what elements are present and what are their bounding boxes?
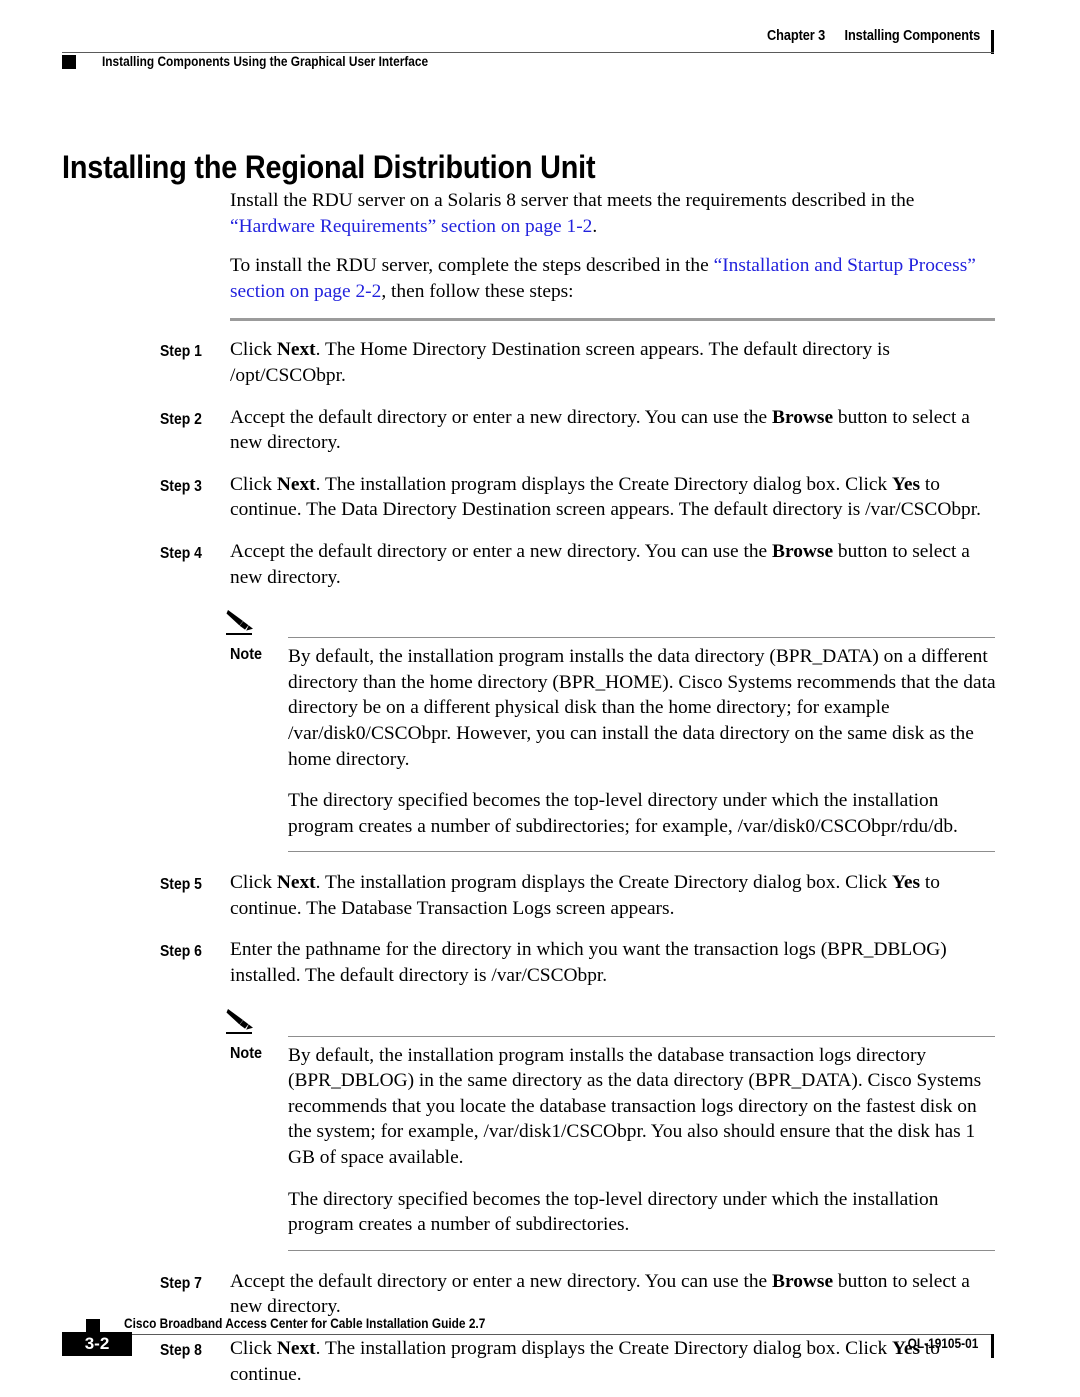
- header-rule: [62, 52, 994, 53]
- step-4-t1: Accept the default directory or enter a …: [230, 540, 773, 562]
- step-3: Step 3 Click Next. The installation prog…: [160, 472, 1000, 523]
- step-5-label: Step 5: [160, 876, 202, 894]
- note-block-1: Note By default, the installation progra…: [160, 610, 1000, 853]
- step-1-bold-next: Next: [276, 339, 316, 361]
- step-3-text: Click Next. The installation program dis…: [230, 472, 1000, 523]
- step-6-label: Step 6: [160, 943, 202, 961]
- intro-p2-text-1: To install the RDU server, complete the …: [230, 255, 714, 277]
- step-7-t1: Accept the default directory or enter a …: [230, 1270, 773, 1292]
- note-2-bottom-rule: [288, 1249, 995, 1251]
- note-1-paragraph-1: By default, the installation program ins…: [288, 646, 996, 770]
- note-block-2: Note By default, the installation progra…: [160, 1008, 1000, 1251]
- header-bullet-square-icon: [62, 55, 76, 69]
- intro-paragraph-1: Install the RDU server on a Solaris 8 se…: [160, 188, 1000, 239]
- step-7-bold-browse: Browse: [772, 1270, 834, 1292]
- body-column: Install the RDU server on a Solaris 8 se…: [160, 188, 1000, 1397]
- step-2-t1: Accept the default directory or enter a …: [230, 406, 773, 428]
- step-1-t1: Click: [230, 339, 277, 361]
- intro-p1-text-1: Install the RDU server on a Solaris 8 se…: [230, 190, 915, 211]
- step-4: Step 4 Accept the default directory or e…: [160, 539, 1000, 590]
- steps-top-rule: [230, 318, 995, 322]
- step-2: Step 2 Accept the default directory or e…: [160, 405, 1000, 456]
- footer-bullet-square-icon: [86, 1319, 100, 1333]
- note-2-paragraph-2: The directory specified becomes the top-…: [288, 1188, 939, 1236]
- header-chapter-line: Chapter 3 Installing Components: [767, 28, 980, 44]
- step-2-text: Accept the default directory or enter a …: [230, 405, 1000, 456]
- footer-document-id: OL-19105-01: [907, 1336, 978, 1351]
- step-1-t2: . The Home Directory Destination screen …: [230, 339, 890, 386]
- xref-hardware-requirements[interactable]: “Hardware Requirements” section on page …: [230, 216, 592, 237]
- page-footer: Cisco Broadband Access Center for Cable …: [62, 1310, 994, 1370]
- header-tick-mark: [991, 30, 994, 54]
- step-3-label: Step 3: [160, 477, 202, 495]
- intro-paragraph-2: To install the RDU server, complete the …: [160, 253, 1000, 304]
- note-2-body: By default, the installation program ins…: [230, 1043, 1000, 1238]
- page-title: Installing the Regional Distribution Uni…: [62, 149, 596, 186]
- footer-page-number: 3-2: [62, 1332, 132, 1356]
- note-2-label: Note: [230, 1044, 263, 1062]
- footer-tick-mark: [991, 1334, 994, 1358]
- step-4-label: Step 4: [160, 544, 202, 562]
- header-chapter-title: Installing Components: [844, 28, 980, 44]
- intro-p1-text-2: .: [592, 215, 598, 237]
- step-5-bold-next: Next: [276, 872, 316, 894]
- step-3-bold-yes: Yes: [892, 473, 921, 495]
- note-1-paragraph-2: The directory specified becomes the top-…: [288, 790, 958, 837]
- footer-guide-title: Cisco Broadband Access Center for Cable …: [124, 1316, 486, 1331]
- step-3-t1: Click: [230, 473, 277, 495]
- step-6: Step 6 Enter the pathname for the direct…: [160, 937, 1000, 988]
- step-8-text-2: The Regional Distribution Unit Host/Port…: [230, 1393, 1000, 1397]
- step-1-text: Click Next. The Home Directory Destinati…: [230, 337, 1000, 388]
- page-header: Chapter 3 Installing Components Installi…: [62, 28, 994, 84]
- note-1-label: Note: [230, 646, 263, 664]
- step-5-t1: Click: [230, 872, 277, 894]
- step-2-label: Step 2: [160, 410, 202, 428]
- note-1-bottom-rule: [288, 851, 995, 853]
- step-5: Step 5 Click Next. The installation prog…: [160, 870, 1000, 921]
- step-4-text: Accept the default directory or enter a …: [230, 539, 1000, 590]
- step-7-label: Step 7: [160, 1274, 202, 1292]
- step-1: Step 1 Click Next. The Home Directory De…: [160, 337, 1000, 388]
- step-1-label: Step 1: [160, 343, 202, 361]
- header-running-title: Installing Components Using the Graphica…: [102, 54, 429, 69]
- step-2-bold-browse: Browse: [772, 406, 834, 428]
- footer-rule: [86, 1334, 994, 1335]
- document-page: Chapter 3 Installing Components Installi…: [0, 0, 1080, 1397]
- step-4-bold-browse: Browse: [772, 540, 834, 562]
- note-1-body: By default, the installation program ins…: [230, 644, 1000, 839]
- header-chapter-label: Chapter 3: [766, 28, 825, 44]
- step-5-text: Click Next. The installation program dis…: [230, 870, 1000, 921]
- step-6-text: Enter the pathname for the directory in …: [230, 939, 947, 987]
- step-3-t2: . The installation program displays the …: [315, 473, 893, 495]
- step-3-bold-next: Next: [276, 473, 316, 495]
- step-5-bold-yes: Yes: [892, 872, 921, 894]
- intro-p2-text-2: , then follow these steps:: [381, 280, 574, 302]
- step-5-t2: . The installation program displays the …: [315, 872, 893, 894]
- note-2-paragraph-1: By default, the installation program ins…: [288, 1044, 982, 1169]
